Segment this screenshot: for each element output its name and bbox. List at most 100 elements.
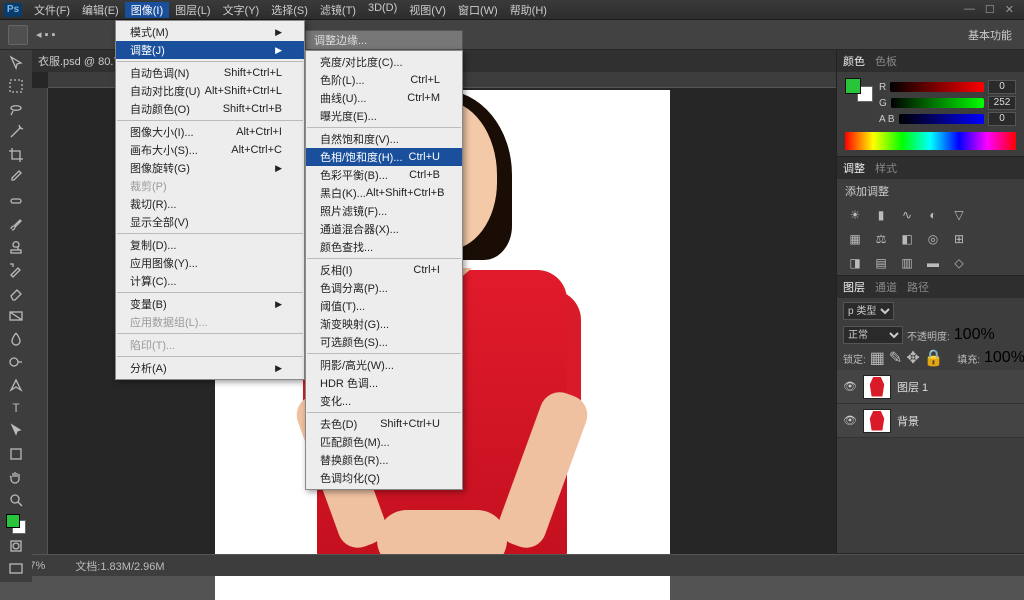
path-select-tool[interactable] — [2, 420, 30, 442]
posterize-icon[interactable]: ▤ — [873, 255, 889, 271]
menu-9[interactable]: 窗口(W) — [452, 2, 504, 18]
menu-item[interactable]: 分析(A)▶ — [116, 359, 304, 377]
menu-8[interactable]: 视图(V) — [403, 2, 452, 18]
tool-preset-icon[interactable] — [8, 25, 28, 45]
menu-item[interactable]: 自动对比度(U)Alt+Shift+Ctrl+L — [116, 82, 304, 100]
menu-0[interactable]: 文件(F) — [28, 2, 76, 18]
selcolor-icon[interactable]: ◇ — [951, 255, 967, 271]
panel-color-swatch[interactable] — [845, 78, 873, 102]
eraser-tool[interactable] — [2, 282, 30, 304]
menu-6[interactable]: 滤镜(T) — [314, 2, 362, 18]
menu-4[interactable]: 文字(Y) — [217, 2, 266, 18]
opacity-value[interactable]: 100% — [954, 326, 988, 344]
visibility-icon[interactable]: 👁 — [843, 414, 857, 427]
menu-item[interactable]: 裁切(R)... — [116, 195, 304, 213]
menu-item[interactable]: 自动色调(N)Shift+Ctrl+L — [116, 64, 304, 82]
tab-color[interactable]: 颜色 — [843, 53, 865, 69]
visibility-icon[interactable]: 👁 — [843, 380, 857, 393]
menu-item[interactable]: 渐变映射(G)... — [306, 315, 462, 333]
layer-thumbnail[interactable] — [863, 409, 891, 433]
menu-item[interactable]: 照片滤镜(F)... — [306, 202, 462, 220]
menu-item[interactable]: 色相/饱和度(H)...Ctrl+U — [306, 148, 462, 166]
b-slider[interactable] — [899, 114, 984, 124]
menu-item[interactable]: 图像旋转(G)▶ — [116, 159, 304, 177]
gradmap-icon[interactable]: ▬ — [925, 255, 941, 271]
hand-tool[interactable] — [2, 466, 30, 488]
menu-item[interactable]: 黑白(K)...Alt+Shift+Ctrl+B — [306, 184, 462, 202]
r-slider[interactable] — [890, 82, 984, 92]
menu-item[interactable]: 颜色查找... — [306, 238, 462, 256]
invert-icon[interactable]: ◨ — [847, 255, 863, 271]
close-icon[interactable]: ✕ — [1005, 3, 1014, 16]
menu-10[interactable]: 帮助(H) — [504, 2, 553, 18]
b-value[interactable]: 0 — [988, 112, 1016, 126]
lock-all-icon[interactable]: 🔒 — [924, 348, 944, 368]
menu-item[interactable]: 变量(B)▶ — [116, 295, 304, 313]
menu-2[interactable]: 图像(I) — [125, 2, 169, 18]
menu-item[interactable]: 自动颜色(O)Shift+Ctrl+B — [116, 100, 304, 118]
eyedropper-tool[interactable] — [2, 167, 30, 189]
menu-item[interactable]: 阈值(T)... — [306, 297, 462, 315]
mixer-icon[interactable]: ⊞ — [951, 231, 967, 247]
menu-item[interactable]: 调整(J)▶ — [116, 41, 304, 59]
menu-item[interactable]: 亮度/对比度(C)... — [306, 53, 462, 71]
screenmode-icon[interactable] — [2, 558, 30, 580]
fill-value[interactable]: 100% — [984, 349, 1018, 367]
r-value[interactable]: 0 — [988, 80, 1016, 94]
move-tool[interactable] — [2, 52, 30, 74]
hue-icon[interactable]: ▦ — [847, 231, 863, 247]
tab-swatches[interactable]: 色板 — [875, 53, 897, 69]
menu-item[interactable]: 模式(M)▶ — [116, 23, 304, 41]
vibrance-icon[interactable]: ▽ — [951, 207, 967, 223]
menu-item[interactable]: 匹配颜色(M)... — [306, 433, 462, 451]
menu-item[interactable]: 显示全部(V) — [116, 213, 304, 231]
pen-tool[interactable] — [2, 374, 30, 396]
crop-tool[interactable] — [2, 144, 30, 166]
menu-3[interactable]: 图层(L) — [169, 2, 216, 18]
menu-item[interactable]: 反相(I)Ctrl+I — [306, 261, 462, 279]
exposure-icon[interactable]: ◐ — [925, 207, 941, 223]
wand-tool[interactable] — [2, 121, 30, 143]
workspace-switcher[interactable]: 基本功能 — [964, 27, 1016, 43]
stamp-tool[interactable] — [2, 236, 30, 258]
gradient-tool[interactable] — [2, 305, 30, 327]
tab-paths[interactable]: 路径 — [907, 279, 929, 295]
quickmask-icon[interactable] — [2, 535, 30, 557]
tab-styles[interactable]: 样式 — [875, 160, 897, 176]
menu-item[interactable]: 应用图像(Y)... — [116, 254, 304, 272]
menu-item[interactable]: 变化... — [306, 392, 462, 410]
menu-item[interactable]: 复制(D)... — [116, 236, 304, 254]
threshold-icon[interactable]: ▥ — [899, 255, 915, 271]
menu-7[interactable]: 3D(D) — [362, 2, 403, 18]
layer-row[interactable]: 👁图层 1 — [837, 370, 1024, 404]
brightness-icon[interactable]: ☀ — [847, 207, 863, 223]
lock-move-icon[interactable]: ✥ — [906, 348, 919, 368]
heal-tool[interactable] — [2, 190, 30, 212]
lasso-tool[interactable] — [2, 98, 30, 120]
menu-item[interactable]: 色调均化(Q) — [306, 469, 462, 487]
g-value[interactable]: 252 — [988, 96, 1016, 110]
menu-item[interactable]: 色阶(L)...Ctrl+L — [306, 71, 462, 89]
lock-pixels-icon[interactable]: ▦ — [870, 348, 885, 368]
menu-item[interactable]: 阴影/高光(W)... — [306, 356, 462, 374]
menu-item[interactable]: 可选颜色(S)... — [306, 333, 462, 351]
brush-tool[interactable] — [2, 213, 30, 235]
levels-icon[interactable]: ▮ — [873, 207, 889, 223]
lock-paint-icon[interactable]: ✎ — [889, 348, 902, 368]
menu-item[interactable]: 色调分离(P)... — [306, 279, 462, 297]
blend-mode-select[interactable]: 正常 — [843, 326, 903, 344]
dodge-tool[interactable] — [2, 351, 30, 373]
bw-icon[interactable]: ◧ — [899, 231, 915, 247]
menu-item[interactable]: 曝光度(E)... — [306, 107, 462, 125]
tab-adjustments[interactable]: 调整 — [843, 160, 865, 176]
g-slider[interactable] — [891, 98, 984, 108]
spectrum-ramp[interactable] — [845, 132, 1016, 150]
menu-1[interactable]: 编辑(E) — [76, 2, 125, 18]
menu-item[interactable]: 色彩平衡(B)...Ctrl+B — [306, 166, 462, 184]
menu-item[interactable]: 图像大小(I)...Alt+Ctrl+I — [116, 123, 304, 141]
layer-row[interactable]: 👁背景 — [837, 404, 1024, 438]
blur-tool[interactable] — [2, 328, 30, 350]
tab-layers[interactable]: 图层 — [843, 279, 865, 295]
type-tool[interactable]: T — [2, 397, 30, 419]
foreground-background-swatch[interactable] — [2, 512, 30, 534]
